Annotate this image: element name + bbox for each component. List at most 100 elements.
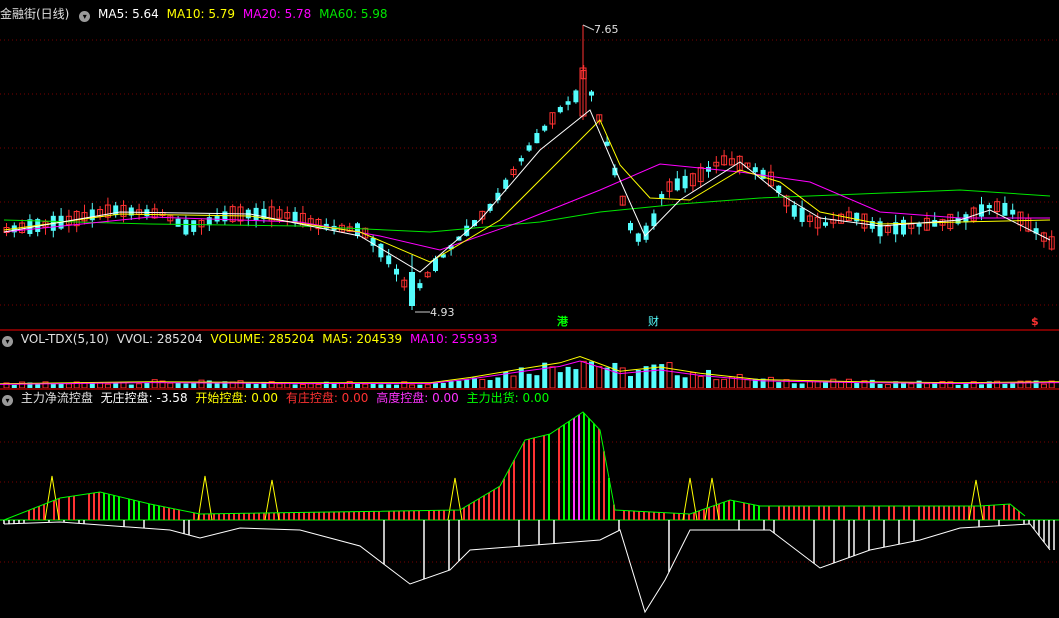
- candle-body-down: [565, 101, 571, 105]
- legend-vol-ma5: MA5: 204539: [322, 332, 403, 346]
- indicator-legend: ▾ 主力净流控盘 无庄控盘: -3.58 开始控盘: 0.00 有庄控盘: 0.…: [0, 390, 553, 406]
- legend-volume: VOLUME: 285204: [210, 332, 315, 346]
- candle-body-down: [986, 204, 992, 209]
- volume-bar-up: [697, 375, 704, 389]
- volume-bar-up: [721, 378, 728, 389]
- candle-body-down: [573, 90, 579, 103]
- volume-bar-down: [464, 379, 470, 388]
- dollar-marker[interactable]: $: [1031, 316, 1039, 328]
- volume-bar-up: [666, 362, 673, 389]
- candle-body-down: [916, 223, 922, 227]
- candle-body-down: [175, 218, 181, 227]
- ma60-line: [3, 189, 1051, 233]
- start-control-spike: [968, 479, 984, 521]
- ma5-line: [3, 109, 1051, 273]
- no-control-line: [3, 521, 1051, 614]
- volume-bar-down: [557, 372, 563, 388]
- candle-body-down: [1010, 209, 1016, 215]
- volume-bar-up: [237, 380, 244, 389]
- volume-bar-down: [916, 380, 922, 388]
- candle-body-down: [674, 178, 680, 191]
- ma20-line: [3, 163, 1050, 251]
- hk-marker[interactable]: 港: [557, 316, 568, 328]
- volume-bar-down: [706, 369, 711, 388]
- low-price-label: 4.93: [430, 306, 455, 319]
- volume-title: VOL-TDX(5,10): [20, 332, 109, 346]
- start-control-spike: [704, 477, 720, 521]
- legend-ma20: MA20: 5.78: [242, 7, 312, 21]
- ma10-line: [3, 119, 1051, 263]
- price-legend: 金融街(日线) ▾ MA5: 5.64 MA10: 5.79 MA20: 5.7…: [0, 6, 392, 22]
- candle-body-down: [542, 125, 548, 131]
- legend-vol-ma10: MA10: 255933: [409, 332, 498, 346]
- volume-bar-down: [612, 362, 618, 388]
- indicator-legend-toggle-icon[interactable]: ▾: [2, 395, 13, 406]
- candle-body-down: [589, 91, 594, 96]
- candle-body-down: [1002, 202, 1008, 216]
- legend-ma10: MA10: 5.79: [166, 7, 236, 21]
- volume-bar-down: [487, 380, 493, 388]
- price-pane[interactable]: 金融街(日线) ▾ MA5: 5.64 MA10: 5.79 MA20: 5.7…: [0, 0, 1059, 330]
- candle-body-down: [378, 243, 384, 258]
- legend-no-control: 无庄控盘: -3.58: [100, 391, 188, 405]
- candle-body-down: [791, 205, 797, 217]
- candle-body-down: [89, 209, 95, 221]
- volume-bar-down: [604, 367, 610, 388]
- candle-body-down: [534, 133, 540, 144]
- volume-bar-up: [198, 379, 205, 389]
- volume-bar-down: [573, 369, 579, 388]
- legend-distribution: 主力出货: 0.00: [466, 391, 550, 405]
- candle-body-down: [191, 220, 197, 232]
- volume-bar-down: [534, 375, 540, 388]
- price-legend-toggle-icon[interactable]: ▾: [79, 11, 91, 22]
- volume-bar-down: [472, 377, 477, 388]
- volume-bar-up: [713, 379, 720, 389]
- candle-body-down: [206, 217, 212, 226]
- volume-bar-down: [869, 379, 875, 388]
- volume-bar-down: [456, 380, 462, 388]
- candlestick-chart[interactable]: [0, 0, 1059, 330]
- high-price-label: 7.65: [594, 23, 619, 36]
- start-control-spike: [264, 479, 280, 521]
- volume-legend: ▾ VOL-TDX(5,10) VVOL: 285204 VOLUME: 285…: [0, 331, 501, 347]
- volume-bar-up: [580, 360, 587, 389]
- candle-body-down: [752, 167, 758, 173]
- candle-body-low: [409, 272, 415, 306]
- volume-bar-up: [479, 378, 486, 389]
- volume-bar-up: [510, 375, 517, 389]
- candle-body-down: [901, 219, 906, 235]
- volume-bar-down: [526, 373, 532, 388]
- volume-bar-down: [628, 376, 633, 388]
- volume-bar-up: [736, 373, 743, 389]
- candle-body-down: [386, 255, 392, 265]
- volume-bar-up: [744, 379, 751, 389]
- price-title: 金融街(日线): [0, 7, 70, 21]
- volume-bar-up: [549, 366, 556, 389]
- candle-body-down: [526, 145, 532, 151]
- volume-legend-toggle-icon[interactable]: ▾: [2, 336, 13, 347]
- candle-body-down: [628, 223, 633, 231]
- volume-bar-down: [542, 362, 548, 388]
- volume-bar-down: [682, 377, 688, 388]
- high-pointer: [582, 24, 595, 31]
- volume-pane[interactable]: ▾ VOL-TDX(5,10) VVOL: 285204 VOLUME: 285…: [0, 331, 1059, 390]
- volume-bar-down: [495, 377, 501, 388]
- legend-high-control: 高度控盘: 0.00: [376, 391, 459, 405]
- indicator-pane[interactable]: ▾ 主力净流控盘 无庄控盘: -3.58 开始控盘: 0.00 有庄控盘: 0.…: [0, 390, 1059, 618]
- candle-body-down: [183, 219, 189, 235]
- legend-start-control: 开始控盘: 0.00: [195, 391, 278, 405]
- legend-has-control: 有庄控盘: 0.00: [285, 391, 369, 405]
- candle-body-down: [979, 204, 984, 217]
- volume-bar-down: [448, 381, 454, 388]
- volume-bar-up: [767, 376, 774, 389]
- finance-marker[interactable]: 财: [648, 316, 659, 328]
- candle-body-down: [518, 158, 524, 162]
- legend-vvol: VVOL: 285204: [116, 332, 203, 346]
- candle-body-down: [355, 223, 360, 237]
- indicator-chart[interactable]: [0, 390, 1059, 618]
- candle-body-down: [394, 268, 399, 275]
- volume-bar-up: [830, 378, 837, 389]
- candle-body-down: [464, 225, 470, 236]
- volume-bar-up: [845, 378, 852, 389]
- volume-bar-up: [151, 379, 158, 389]
